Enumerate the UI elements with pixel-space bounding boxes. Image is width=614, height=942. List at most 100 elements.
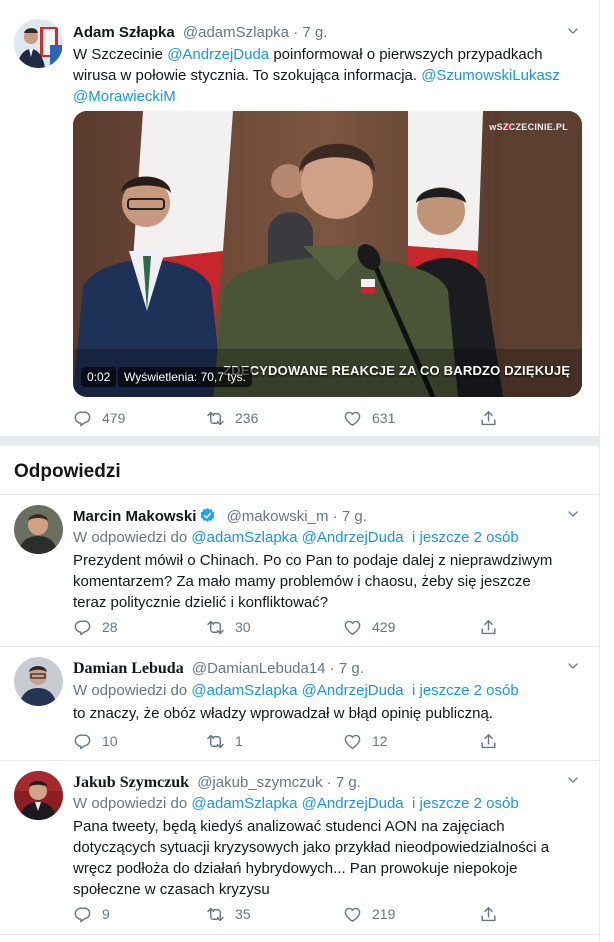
avatar-photo: [14, 771, 63, 820]
author-name[interactable]: Jakub Szymczuk: [73, 774, 189, 791]
reply-button[interactable]: 28: [73, 617, 118, 637]
share-button[interactable]: [479, 617, 508, 637]
like-button[interactable]: 631: [343, 408, 395, 428]
retweet-button[interactable]: 1: [206, 731, 243, 751]
author-handle[interactable]: @makowski_m: [227, 508, 329, 525]
video-subtitle: ZDECYDOWANE REAKCJE ZA CO BARDZO DZIĘKUJ…: [223, 363, 571, 378]
reply-tweet[interactable]: Damian Lebuda @DamianLebuda14 · 7 g. W o…: [0, 647, 600, 761]
timestamp[interactable]: 7 g.: [336, 774, 361, 791]
author-handle[interactable]: @DamianLebuda14: [192, 660, 326, 677]
reply-count: 10: [102, 733, 118, 749]
timestamp[interactable]: 7 g.: [342, 508, 367, 525]
author-name[interactable]: Adam Szłapka: [73, 24, 175, 41]
mention-link[interactable]: @MorawieckiM: [73, 88, 176, 105]
reply-tweet[interactable]: Jakub Szymczuk @jakub_szymczuk · 7 g. W …: [0, 761, 600, 935]
video-watermark: wSZCZECINIE.PL: [489, 122, 568, 132]
reply-count: 9: [102, 906, 110, 922]
reply-tweet[interactable]: Marcin Makowski @makowski_m · 7 g. W odp…: [0, 495, 600, 647]
main-tweet[interactable]: Adam Szłapka @adamSzlapka · 7 g. W Szcze…: [0, 0, 600, 437]
author-name[interactable]: Damian Lebuda: [73, 660, 184, 677]
avatar[interactable]: [14, 505, 63, 554]
avatar[interactable]: [14, 657, 63, 706]
retweet-count: 236: [235, 410, 259, 426]
tweet-header: Adam Szłapka @adamSzlapka · 7 g.: [73, 23, 327, 43]
reply-icon: [73, 905, 92, 924]
share-button[interactable]: [479, 408, 508, 428]
reply-mentions-link[interactable]: @adamSzlapka @AndrzejDuda: [191, 529, 403, 546]
share-button[interactable]: [479, 731, 508, 751]
tweet-header: Marcin Makowski @makowski_m · 7 g.: [73, 507, 367, 527]
like-count: 12: [372, 733, 388, 749]
mention-link[interactable]: @AndrzejDuda: [167, 46, 269, 63]
reply-icon: [73, 618, 92, 637]
avatar[interactable]: [14, 19, 63, 68]
retweet-count: 35: [235, 906, 251, 922]
video-elapsed: 0:02: [87, 370, 111, 384]
chevron-down-icon[interactable]: [566, 507, 580, 521]
reply-count: 479: [102, 410, 126, 426]
chevron-down-icon[interactable]: [566, 773, 580, 787]
video-views: Wyświetlenia: 70,7 tys.: [124, 370, 246, 384]
verified-badge-icon: [200, 508, 215, 522]
reply-more-link[interactable]: i jeszcze 2 osób: [412, 529, 519, 546]
reply-more-link[interactable]: i jeszcze 2 osób: [412, 682, 519, 699]
tweet-header: Damian Lebuda @DamianLebuda14 · 7 g.: [73, 659, 364, 679]
avatar-photo: [14, 505, 63, 554]
reply-more-link[interactable]: i jeszcze 2 osób: [412, 795, 519, 812]
reply-button[interactable]: 479: [73, 408, 125, 428]
like-button[interactable]: 429: [343, 617, 395, 637]
tweet-actions: 9 35 219: [73, 904, 513, 924]
retweet-button[interactable]: 30: [206, 617, 251, 637]
replies-heading: Odpowiedzi: [14, 461, 121, 482]
share-button[interactable]: [479, 904, 508, 924]
separator-dot: ·: [326, 774, 332, 791]
like-button[interactable]: 219: [343, 904, 395, 924]
avatar-photo: [14, 19, 63, 68]
timestamp[interactable]: 7 g.: [302, 24, 327, 41]
video-views-badge: Wyświetlenia: 70,7 tys.: [118, 367, 252, 387]
heart-icon: [343, 905, 362, 924]
like-count: 631: [372, 410, 396, 426]
tweet-text: Prezydent mówił o Chinach. Po co Pan to …: [73, 552, 553, 611]
tweet-text: Pana tweety, będą kiedyś analizować stud…: [73, 818, 550, 898]
chevron-down-icon[interactable]: [566, 659, 580, 673]
share-icon: [479, 409, 498, 428]
retweet-count: 30: [235, 619, 251, 635]
reply-mentions-link[interactable]: @adamSzlapka @AndrzejDuda: [191, 795, 403, 812]
separator-dot: ·: [293, 24, 299, 41]
timestamp[interactable]: 7 g.: [339, 660, 364, 677]
separator-dot: ·: [332, 508, 338, 525]
tweet-text: W Szczecinie @AndrzejDuda poinformował o…: [73, 44, 563, 107]
tweet-header: Jakub Szymczuk @jakub_szymczuk · 7 g.: [73, 773, 361, 793]
avatar[interactable]: [14, 771, 63, 820]
like-count: 429: [372, 619, 396, 635]
section-divider: [0, 436, 600, 446]
author-handle[interactable]: @jakub_szymczuk: [197, 774, 322, 791]
author-handle[interactable]: @adamSzlapka: [183, 24, 289, 41]
separator-dot: ·: [329, 660, 335, 677]
reply-icon: [73, 732, 92, 751]
reply-count: 28: [102, 619, 118, 635]
reply-button[interactable]: 9: [73, 904, 110, 924]
retweet-button[interactable]: 35: [206, 904, 251, 924]
video-player[interactable]: wSZCZECINIE.PL ZDECYDOWANE REAKCJE ZA CO…: [73, 111, 582, 397]
heart-icon: [343, 618, 362, 637]
heart-icon: [343, 732, 362, 751]
reply-prefix: W odpowiedzi do: [73, 795, 192, 812]
retweet-icon: [206, 618, 225, 637]
like-count: 219: [372, 906, 396, 922]
tweet-actions: 28 30 429: [73, 617, 513, 637]
share-icon: [479, 618, 498, 637]
retweet-button[interactable]: 236: [206, 408, 258, 428]
chevron-down-icon[interactable]: [566, 24, 580, 38]
reply-context: W odpowiedzi do @adamSzlapka @AndrzejDud…: [73, 528, 519, 548]
mention-link[interactable]: @SzumowskiLukasz: [421, 67, 560, 84]
reply-icon: [73, 409, 92, 428]
author-name[interactable]: Marcin Makowski: [73, 508, 196, 525]
reply-mentions-link[interactable]: @adamSzlapka @AndrzejDuda: [191, 682, 403, 699]
reply-context: W odpowiedzi do @adamSzlapka @AndrzejDud…: [73, 794, 519, 814]
retweet-icon: [206, 905, 225, 924]
like-button[interactable]: 12: [343, 731, 388, 751]
share-icon: [479, 732, 498, 751]
reply-button[interactable]: 10: [73, 731, 118, 751]
